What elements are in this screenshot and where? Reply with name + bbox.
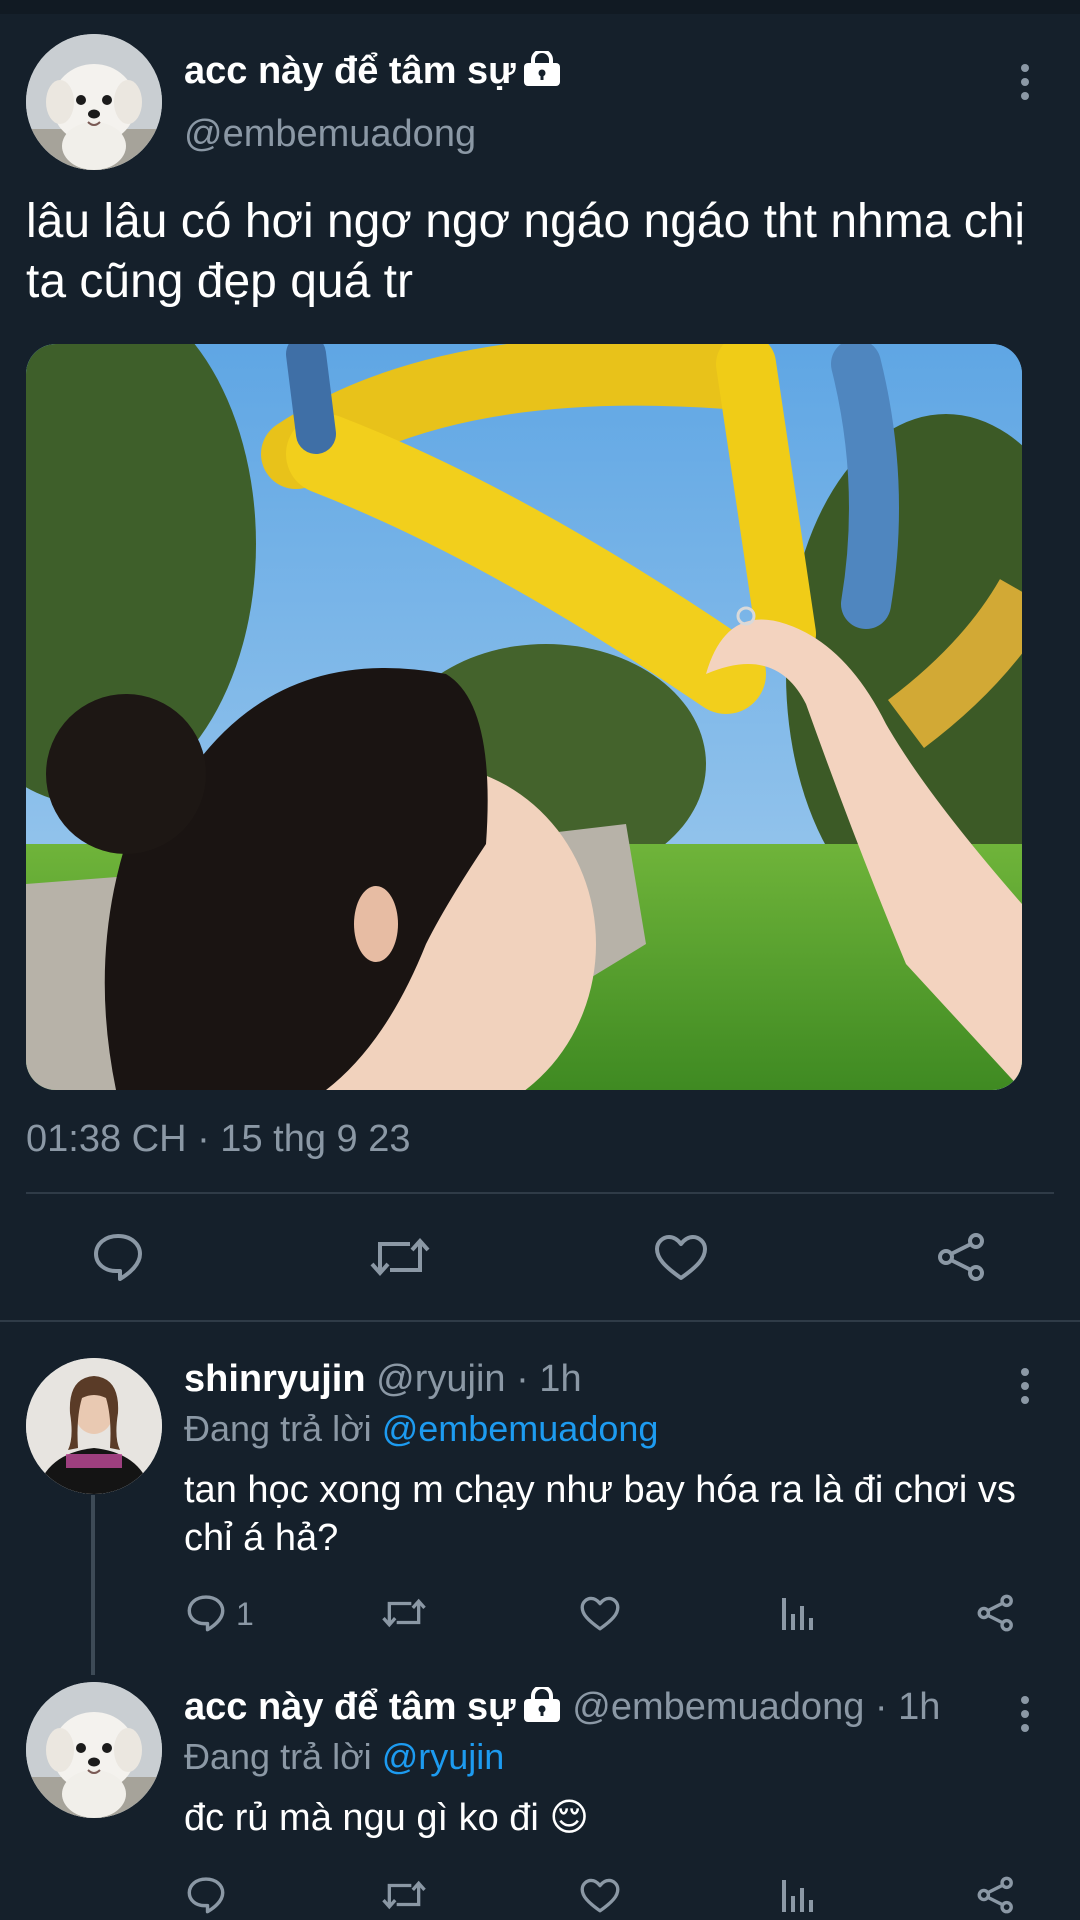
avatar[interactable] [26,34,162,170]
replying-to: Đang trả lời @embemuadong [184,1408,659,1449]
more-options-icon[interactable] [1015,1368,1035,1410]
display-name[interactable]: shinryujin [184,1358,366,1400]
ryujin-avatar-image [26,1358,162,1494]
analytics-icon[interactable] [780,1594,814,1632]
dog-avatar-image [26,34,162,170]
like-icon[interactable] [654,1234,708,1282]
section-divider [0,1320,1080,1322]
handle[interactable]: @ryujin [376,1358,505,1400]
mention-link[interactable]: @embemuadong [382,1408,659,1449]
post-time: · 1h [874,1686,941,1728]
analytics-icon[interactable] [780,1876,814,1914]
mention-link[interactable]: @ryujin [382,1736,505,1777]
share-icon[interactable] [936,1232,988,1282]
share-icon[interactable] [976,1876,1016,1914]
avatar[interactable] [26,1358,162,1494]
girl-with-balloon-image [26,344,1022,1090]
reply-header: shinryujin @ryujin · 1h [184,1358,582,1401]
reply-text: tan học xong m chạy như bay hóa ra là đi… [184,1469,1016,1559]
more-options-icon[interactable] [1015,1696,1035,1738]
reply-icon[interactable] [186,1876,226,1914]
retweet-icon[interactable] [382,1596,426,1630]
dog-avatar-image [26,1682,162,1818]
share-icon[interactable] [976,1594,1016,1632]
timestamp: 01:38 CH · 15 thg 9 23 [26,1118,411,1160]
retweet-icon[interactable] [370,1234,430,1280]
handle[interactable]: @embemuadong [572,1686,864,1728]
status-bar-edge [0,0,1080,14]
more-options-icon[interactable] [1015,64,1035,106]
reply-icon[interactable] [186,1594,226,1632]
avatar[interactable] [26,1682,162,1818]
tweet-text: lâu lâu có hơi ngơ ngơ ngáo ngáo tht nhm… [26,195,1026,308]
retweet-icon[interactable] [382,1878,426,1912]
post-time: · 1h [516,1358,582,1400]
reply-header: acc này để tâm sự @embemuadong · 1h [184,1685,941,1733]
tweet-photo[interactable] [26,344,1022,1090]
reply-text: đc rủ mà ngu gì ko đi 😌 [184,1797,590,1839]
handle[interactable]: @embemuadong [184,113,476,156]
display-name[interactable]: acc này để tâm sự [184,49,562,97]
divider [26,1192,1054,1194]
reply-count: 1 [236,1596,254,1632]
lock-icon [522,1685,562,1733]
display-name[interactable]: acc này để tâm sự [184,1686,516,1728]
replying-to: Đang trả lời @ryujin [184,1736,505,1777]
thread-line [91,1495,95,1675]
lock-icon [522,49,562,97]
reply-icon[interactable] [92,1232,144,1282]
like-icon[interactable] [580,1878,620,1914]
like-icon[interactable] [580,1596,620,1632]
